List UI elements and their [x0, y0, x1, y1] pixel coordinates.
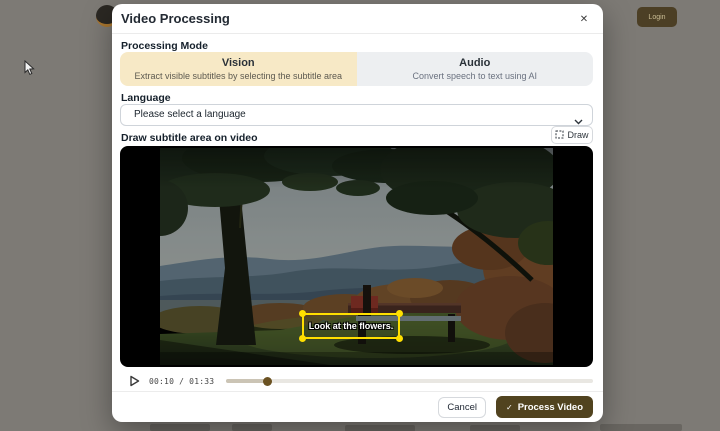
background-content-row [150, 424, 210, 431]
progress-thumb[interactable] [262, 376, 272, 386]
mode-option-description: Extract visible subtitles by selecting t… [134, 71, 343, 81]
process-video-label: Process Video [517, 401, 583, 413]
player-controls: 00:10 / 01:33 [120, 371, 593, 391]
mode-option-title: Vision [221, 57, 255, 69]
duration: 01:33 [189, 376, 215, 386]
background-content-row [470, 425, 520, 431]
seek-bar[interactable] [226, 376, 593, 386]
language-select[interactable]: Please select a language [120, 104, 593, 126]
video-processing-dialog: Video Processing ✕ Processing Mode Visio… [112, 4, 603, 422]
processing-mode-group: Vision Extract visible subtitles by sele… [120, 52, 593, 86]
current-time: 00:10 [149, 376, 175, 386]
background-content-row [600, 424, 682, 431]
draw-area-label: Draw subtitle area on video [121, 132, 258, 144]
mode-option-vision[interactable]: Vision Extract visible subtitles by sele… [120, 52, 357, 86]
mode-option-audio[interactable]: Audio Convert speech to text using AI [356, 52, 593, 86]
dialog-footer: Cancel ✓ Process Video [112, 391, 603, 422]
draw-area-icon [555, 130, 564, 141]
subtitle-text: Look at the flowers. [308, 321, 394, 331]
mode-option-description: Convert speech to text using AI [412, 71, 538, 81]
dialog-header: Video Processing ✕ [112, 4, 603, 34]
subtitle-selection-box[interactable]: Look at the flowers. [299, 310, 403, 342]
resize-handle-bottom-left[interactable] [299, 335, 306, 342]
mouse-cursor-icon [24, 59, 36, 81]
process-video-button[interactable]: ✓ Process Video [495, 396, 593, 418]
time-separator: / [179, 376, 190, 386]
dialog-title: Video Processing [121, 11, 230, 26]
time-display: 00:10 / 01:33 [149, 377, 214, 386]
background-content-row [232, 424, 272, 431]
close-icon[interactable]: ✕ [577, 12, 591, 26]
progress-fill [226, 379, 267, 383]
draw-button[interactable]: Draw [551, 126, 593, 144]
language-select-value: Please select a language [134, 109, 246, 120]
mode-option-title: Audio [459, 57, 491, 69]
login-button[interactable]: Login [637, 7, 677, 27]
processing-mode-label: Processing Mode [121, 40, 208, 52]
video-player[interactable]: Look at the flowers. [120, 146, 593, 367]
check-icon: ✓ [505, 402, 513, 412]
play-button[interactable] [126, 373, 142, 389]
resize-handle-top-left[interactable] [299, 310, 306, 317]
language-label: Language [121, 92, 171, 104]
cancel-button[interactable]: Cancel [438, 396, 486, 418]
background-content-row [345, 425, 415, 431]
resize-handle-top-right[interactable] [396, 310, 403, 317]
draw-button-label: Draw [567, 130, 589, 140]
resize-handle-bottom-right[interactable] [396, 335, 403, 342]
